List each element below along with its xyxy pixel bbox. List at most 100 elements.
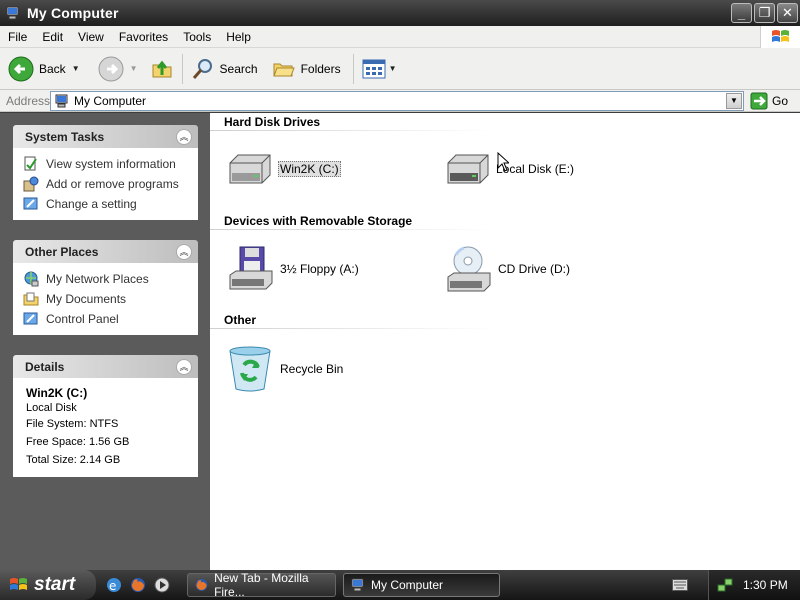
- folders-icon: [272, 63, 295, 76]
- recycle-bin[interactable]: Recycle Bin: [226, 345, 343, 393]
- menu-edit[interactable]: Edit: [34, 30, 70, 44]
- group-other: Other: [224, 313, 257, 327]
- details-panel: Details ︽ Win2K (C:) Local Disk File Sys…: [13, 355, 198, 477]
- system-tray: 1:30 PM: [708, 570, 800, 600]
- hard-disk-icon: [447, 154, 489, 184]
- my-network-places-link[interactable]: My Network Places: [23, 269, 190, 289]
- group-removable-storage: Devices with Removable Storage: [224, 214, 413, 228]
- drive-d[interactable]: CD Drive (D:): [444, 245, 570, 293]
- toolbar: Back ▼ ▼ Search Folders ▼: [0, 48, 800, 90]
- window-title: My Computer: [27, 5, 119, 21]
- internet-explorer-icon[interactable]: e: [105, 576, 123, 594]
- forward-button[interactable]: ▼: [94, 51, 142, 87]
- my-documents-link[interactable]: My Documents: [23, 289, 190, 309]
- control-panel-icon: [23, 197, 38, 210]
- my-documents-icon: [23, 292, 39, 306]
- taskbar-my-computer[interactable]: My Computer: [343, 573, 500, 597]
- network-places-icon: [24, 271, 39, 287]
- drive-e[interactable]: Local Disk (E:): [444, 151, 574, 187]
- file-view: Hard Disk Drives Win2K (C:) Local Disk (…: [210, 113, 800, 570]
- menu-view[interactable]: View: [70, 30, 111, 44]
- other-places-panel: Other Places ︽ My Network Places My Docu…: [13, 240, 198, 335]
- drive-c[interactable]: Win2K (C:): [226, 151, 341, 187]
- my-computer-icon: [6, 6, 19, 20]
- go-button[interactable]: Go: [750, 92, 788, 110]
- task-pane: System Tasks ︽ View system information A…: [0, 113, 210, 570]
- address-label: Address: [6, 93, 51, 108]
- forward-dropdown-icon[interactable]: ▼: [130, 64, 138, 73]
- add-remove-programs-icon: [23, 176, 39, 192]
- windows-flag-icon: [10, 578, 27, 590]
- details-header[interactable]: Details ︽: [13, 355, 198, 378]
- cd-drive-icon: [447, 246, 491, 292]
- control-panel-link[interactable]: Control Panel: [23, 309, 190, 329]
- mouse-cursor-icon: [497, 152, 509, 172]
- folders-button[interactable]: Folders: [268, 51, 345, 87]
- menu-help[interactable]: Help: [218, 30, 258, 44]
- firefox-icon[interactable]: [129, 576, 147, 594]
- up-folder-icon: [152, 60, 172, 77]
- hard-disk-icon: [229, 154, 271, 184]
- group-divider: [210, 229, 495, 230]
- address-value: My Computer: [74, 93, 147, 108]
- details-file-system: File System: NTFS: [26, 418, 119, 430]
- forward-arrow-icon: [98, 56, 124, 81]
- svg-text:e: e: [109, 579, 116, 593]
- address-dropdown-icon[interactable]: ▼: [726, 92, 742, 109]
- taskbar: start e New Tab - Mozilla Fire... My Com…: [0, 570, 800, 600]
- title-bar[interactable]: My Computer _ ❐ ✕: [0, 0, 800, 26]
- details-total-size: Total Size: 2.14 GB: [26, 454, 121, 466]
- clock: 1:30 PM: [743, 578, 788, 592]
- media-player-icon[interactable]: [153, 576, 171, 594]
- back-arrow-icon: [8, 56, 34, 81]
- details-name: Win2K (C:): [26, 386, 88, 400]
- taskbar-firefox[interactable]: New Tab - Mozilla Fire...: [187, 571, 336, 599]
- views-dropdown-icon[interactable]: ▼: [389, 64, 397, 73]
- maximize-button[interactable]: ❐: [754, 3, 775, 23]
- minimize-button[interactable]: _: [731, 3, 752, 23]
- system-tasks-header[interactable]: System Tasks ︽: [13, 125, 198, 148]
- collapse-icon[interactable]: ︽: [176, 358, 192, 375]
- views-icon: [362, 59, 386, 78]
- views-button[interactable]: ▼: [358, 51, 401, 87]
- search-icon: [192, 58, 212, 79]
- search-button[interactable]: Search: [187, 51, 262, 87]
- group-divider: [210, 130, 495, 131]
- my-computer-icon: [351, 578, 364, 592]
- go-arrow-icon: [750, 92, 768, 109]
- firefox-icon: [195, 579, 208, 591]
- up-folder-button[interactable]: [146, 51, 178, 87]
- change-setting-link[interactable]: Change a setting: [23, 194, 190, 214]
- group-hard-disk-drives: Hard Disk Drives: [224, 115, 321, 129]
- other-places-header[interactable]: Other Places ︽: [13, 240, 198, 263]
- menu-bar: File Edit View Favorites Tools Help: [0, 26, 800, 48]
- collapse-icon[interactable]: ︽: [176, 128, 192, 145]
- details-type: Local Disk: [26, 401, 77, 414]
- view-system-information-link[interactable]: View system information: [23, 154, 190, 174]
- back-dropdown-icon[interactable]: ▼: [72, 64, 80, 73]
- quick-launch: e: [105, 576, 171, 594]
- add-remove-programs-link[interactable]: Add or remove programs: [23, 174, 190, 194]
- keyboard-icon[interactable]: [672, 579, 688, 591]
- menu-favorites[interactable]: Favorites: [111, 30, 175, 44]
- drive-a[interactable]: 3½ Floppy (A:): [226, 245, 359, 293]
- details-free-space: Free Space: 1.56 GB: [26, 436, 130, 448]
- system-info-icon: [24, 156, 37, 171]
- back-button[interactable]: Back ▼: [4, 51, 84, 87]
- menu-tools[interactable]: Tools: [175, 30, 218, 44]
- start-button[interactable]: start: [0, 570, 96, 600]
- toolbar-separator: [181, 53, 183, 84]
- control-panel-icon: [23, 312, 38, 325]
- address-bar: Address My Computer ▼ Go: [0, 90, 800, 112]
- group-divider: [210, 328, 495, 329]
- windows-flag-icon: [760, 26, 800, 48]
- close-button[interactable]: ✕: [777, 3, 798, 23]
- address-input[interactable]: My Computer ▼: [50, 90, 744, 111]
- floppy-drive-icon: [229, 246, 273, 290]
- network-connection-icon[interactable]: [717, 577, 733, 593]
- toolbar-separator: [352, 53, 354, 84]
- menu-file[interactable]: File: [0, 30, 34, 44]
- collapse-icon[interactable]: ︽: [176, 243, 192, 260]
- my-computer-icon: [55, 94, 68, 107]
- recycle-bin-icon: [229, 346, 271, 392]
